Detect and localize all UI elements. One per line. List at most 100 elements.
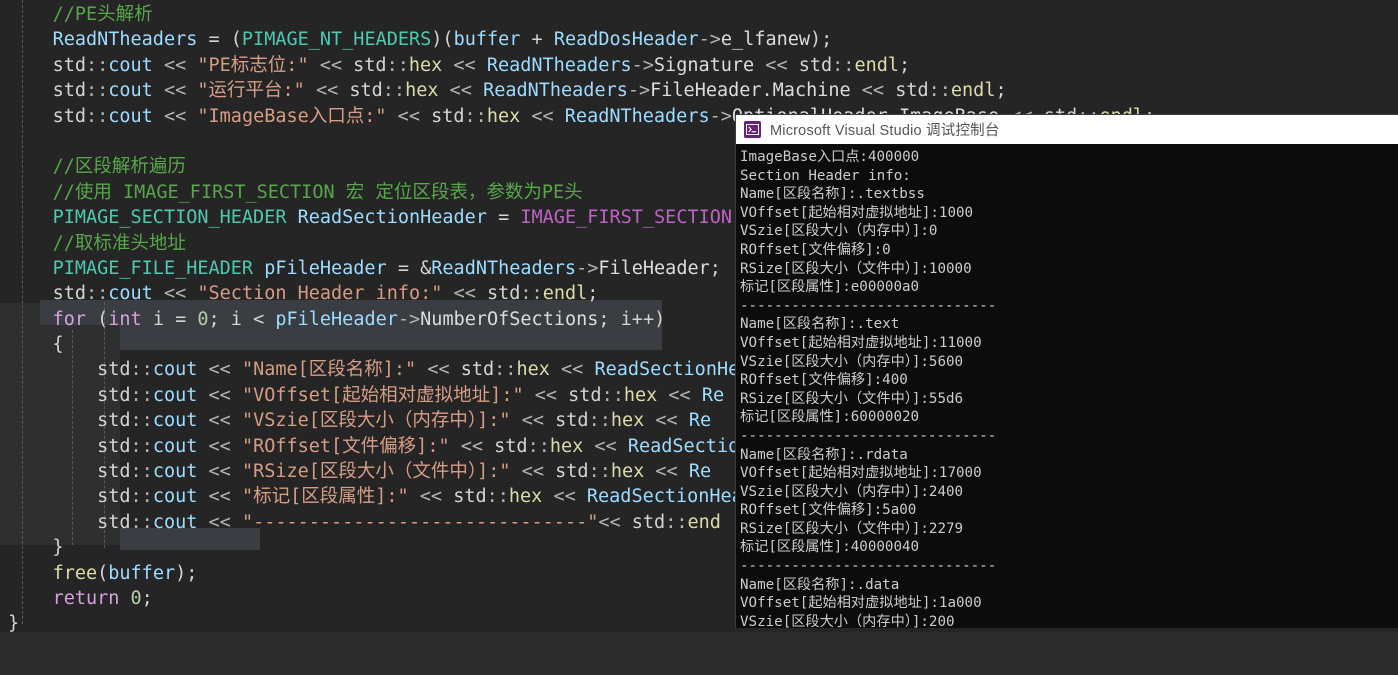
code-token: endl (854, 54, 899, 76)
console-output-area[interactable]: ImageBase入口点:400000 Section Header info: N… (736, 144, 1398, 628)
code-token: std (97, 384, 131, 406)
code-token: Signature (653, 54, 755, 76)
code-token: end (687, 511, 721, 533)
code-token: for (52, 308, 86, 330)
code-token: -> (709, 105, 732, 127)
code-token: PIMAGE_FILE_HEADER (52, 257, 254, 279)
code-token: << (197, 384, 242, 406)
code-token: PIMAGE_SECTION_HEADER (52, 207, 287, 229)
code-token: "------------------------------" (241, 511, 599, 533)
code-token: << (152, 54, 198, 76)
code-token: 0 (197, 308, 209, 330)
code-token: cout (108, 105, 153, 127)
code-token: cout (108, 283, 153, 305)
code-token: hex (610, 461, 645, 483)
code-token: std (97, 486, 131, 508)
code-token: << (754, 54, 799, 76)
code-token: :: (928, 80, 951, 102)
code-token: << (510, 410, 556, 432)
code-token: :: (832, 54, 855, 76)
code-token: << (449, 435, 495, 457)
code-token: ( (97, 562, 109, 584)
console-line: RSize[区段大小（文件中）]:55d6 (740, 390, 964, 407)
code-token: endl (950, 80, 996, 102)
code-token: )( (431, 29, 454, 51)
code-token: cout (108, 54, 153, 76)
code-token: + (520, 29, 554, 51)
code-token: :: (464, 105, 487, 127)
code-token: hex (486, 105, 521, 127)
debug-console-window[interactable]: Microsoft Visual Studio 调试控制台 ImageBase入… (736, 115, 1398, 628)
console-line: VSzie[区段大小（内存中）]:5600 (740, 353, 964, 370)
console-line: ------------------------------ (740, 558, 997, 575)
console-line: VSzie[区段大小（内存中）]:2400 (740, 483, 964, 500)
code-token: :: (601, 384, 624, 406)
console-title-bar[interactable]: Microsoft Visual Studio 调试控制台 (736, 115, 1398, 144)
code-token: std (97, 359, 131, 381)
code-token: Re (688, 410, 712, 432)
code-token: cout (152, 359, 198, 381)
code-token: std (97, 511, 131, 533)
code-token: Re (701, 384, 725, 406)
code-token: std (353, 54, 387, 76)
code-token: :: (494, 359, 517, 381)
code-token: -> (397, 308, 421, 330)
code-token: buffer (108, 562, 176, 584)
console-line: VSzie[区段大小（内存中）]:200 (740, 613, 955, 628)
code-token: :: (85, 283, 109, 305)
code-token: ); (810, 29, 833, 51)
code-token: //PE头解析 (52, 4, 153, 25)
code-token: << (304, 80, 350, 102)
code-token: "RSize[区段大小（文件中）]:" (241, 461, 511, 483)
code-token: "VOffset[起始相对虚拟地址]:" (241, 384, 524, 406)
code-token: "VSzie[区段大小（内存中）]:" (241, 410, 511, 432)
console-line: VOffset[起始相对虚拟地址]:1000 (740, 204, 974, 221)
code-token: std (460, 359, 495, 381)
code-token: int (108, 308, 142, 330)
code-token: << (197, 511, 242, 533)
code-token: :: (588, 410, 611, 432)
code-token: cout (152, 511, 198, 533)
console-line: 标记[区段属性]:60000020 (740, 409, 920, 426)
code-token: ; (141, 587, 153, 609)
code-token: hex (408, 54, 443, 76)
code-token: << (520, 105, 565, 127)
code-token: = ( (197, 29, 242, 51)
code-token: ReadNTheaders (431, 257, 577, 279)
code-token: 0 (130, 587, 142, 609)
code-token: :: (130, 384, 153, 406)
code-token: << (386, 105, 432, 127)
code-token: << (598, 511, 632, 533)
console-line: Name[区段名称]:.data (740, 576, 900, 593)
code-token: std (631, 511, 666, 533)
code-token: ReadDosHeader (553, 29, 699, 51)
console-line: VOffset[起始相对虚拟地址]:11000 (740, 334, 982, 351)
code-token: :: (382, 80, 406, 102)
code-token: << (657, 384, 702, 406)
code-token: ; (587, 283, 599, 305)
console-line: 标记[区段属性]:40000040 (740, 539, 920, 556)
code-token: FileHeader (598, 257, 710, 279)
code-token: std (97, 435, 131, 457)
code-token: << (442, 283, 487, 305)
code-token: pFileHeader (264, 257, 387, 279)
code-token: :: (85, 105, 109, 127)
code-token: "Section Header info:" (197, 283, 443, 305)
code-token: return (52, 587, 120, 609)
code-token: = (486, 207, 521, 229)
code-token: ); (175, 562, 198, 584)
console-line: ImageBase入口点:400000 (740, 149, 920, 165)
console-line: ROffset[文件偏移]:400 (740, 372, 908, 389)
